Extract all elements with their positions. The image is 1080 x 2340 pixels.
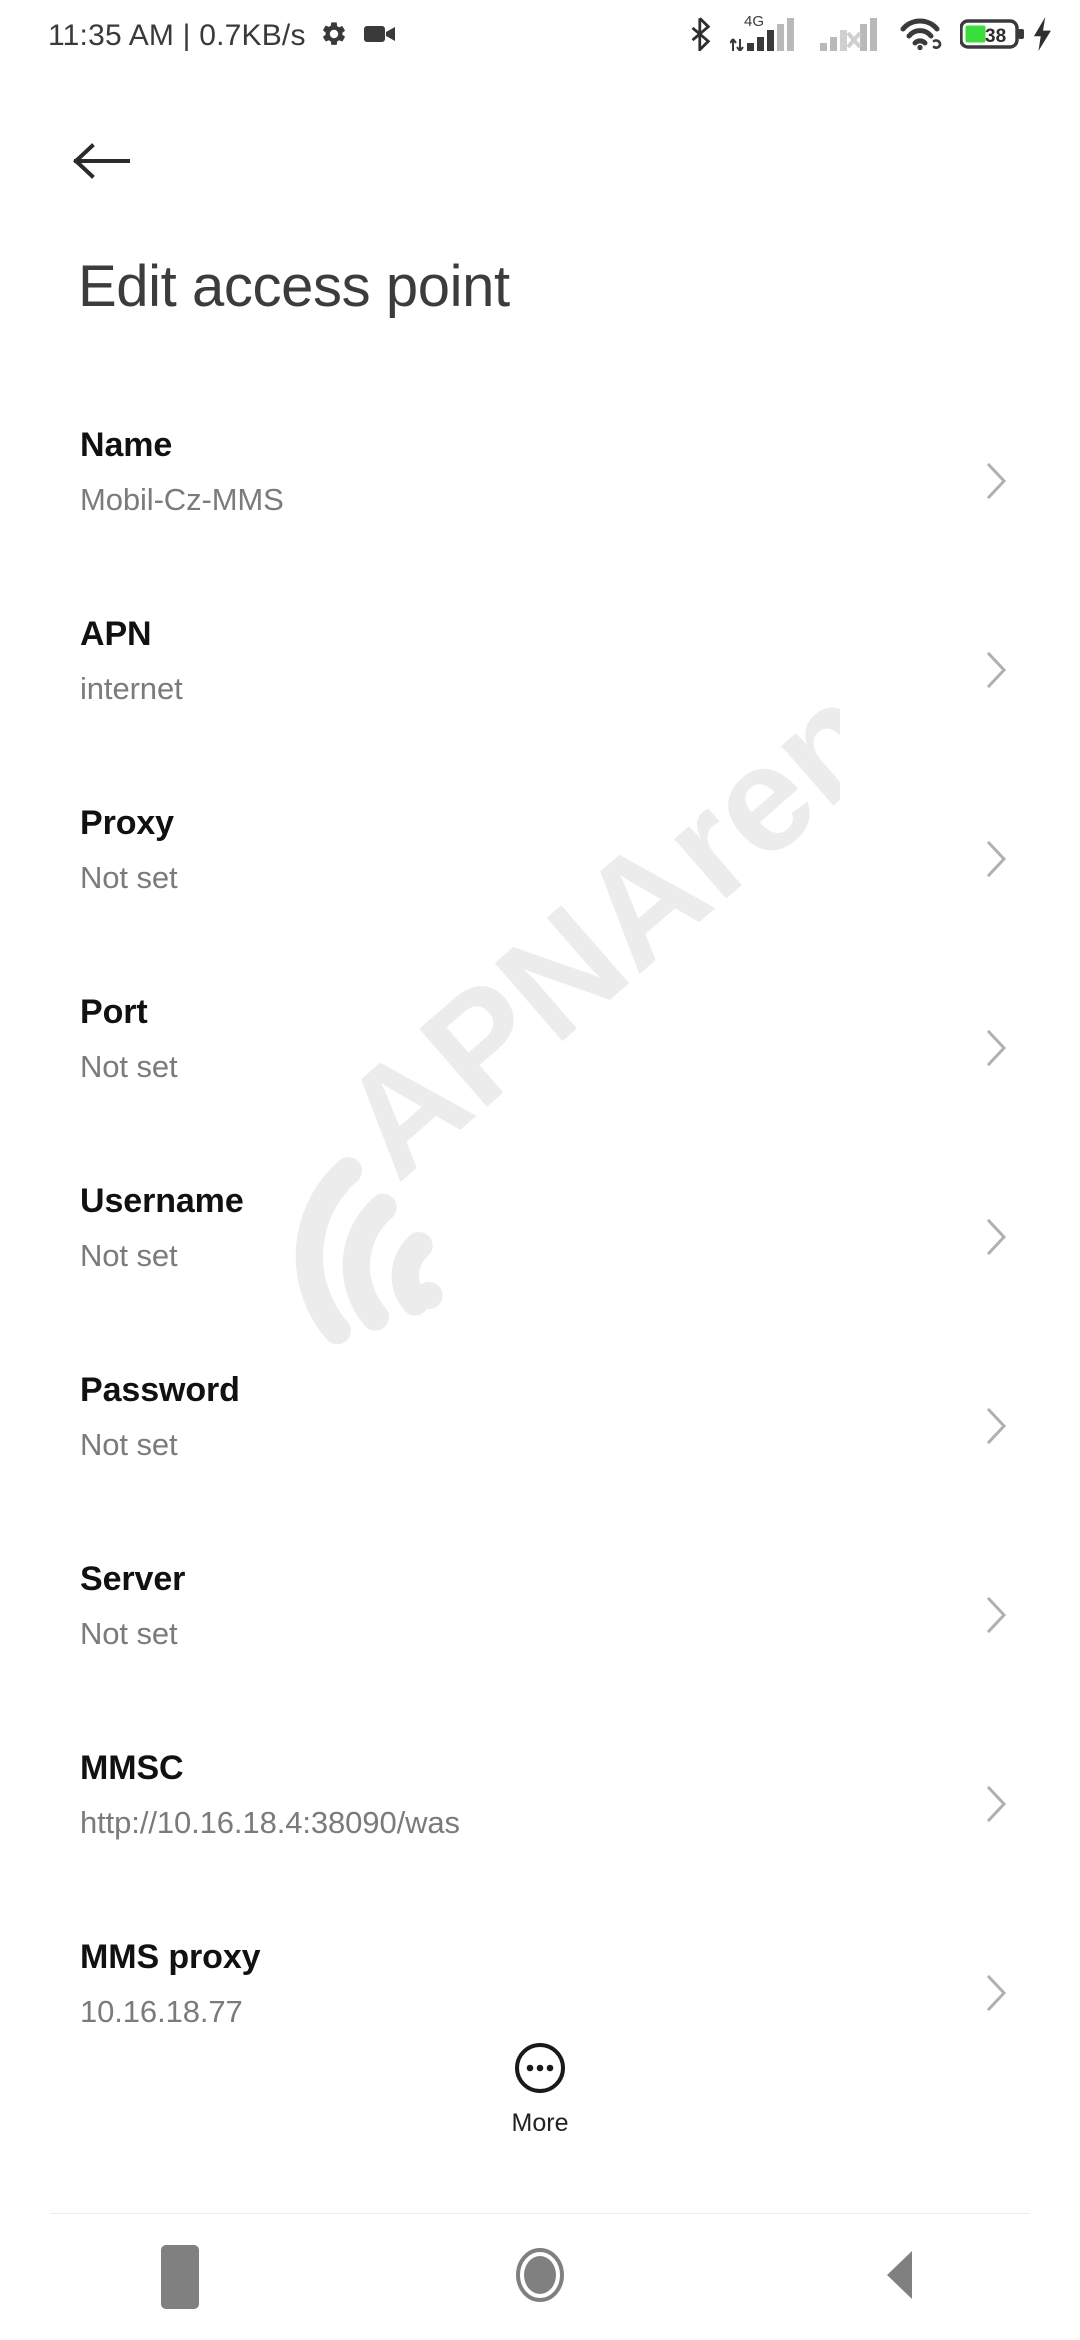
back-arrow-icon xyxy=(72,141,130,186)
status-bar: 11:35 AM | 0.7KB/s 4G 38 xyxy=(0,0,1080,72)
row-title: APN xyxy=(80,615,152,653)
battery-icon: 38 xyxy=(959,17,1026,56)
row-value: internet xyxy=(80,671,183,706)
nav-recents-button[interactable] xyxy=(0,2214,360,2340)
wifi-icon xyxy=(900,17,946,56)
nav-home-button[interactable] xyxy=(360,2214,720,2340)
list-item[interactable]: Port Not set xyxy=(0,977,1080,1166)
list-item[interactable]: Server Not set xyxy=(0,1544,1080,1733)
network-type-label: 4G xyxy=(744,12,765,30)
row-value: Not set xyxy=(80,1049,178,1084)
row-title: MMS proxy xyxy=(80,1938,261,1976)
row-value: Mobil-Cz-MMS xyxy=(80,482,284,517)
chevron-right-icon xyxy=(986,1029,1008,1072)
row-value: Not set xyxy=(80,1238,178,1273)
bluetooth-icon xyxy=(688,16,714,56)
row-title: Username xyxy=(80,1182,244,1220)
access-point-settings-list: Name Mobil-Cz-MMS APN internet Proxy Not… xyxy=(0,410,1080,2111)
row-title: Proxy xyxy=(80,804,174,842)
recents-square-icon xyxy=(161,2245,199,2309)
row-value: 10.16.18.77 xyxy=(80,1994,243,2029)
chevron-right-icon xyxy=(986,462,1008,505)
back-arrow-button[interactable] xyxy=(62,124,140,202)
chevron-right-icon xyxy=(986,651,1008,694)
signal-bars-sim1-icon: 4G xyxy=(729,12,806,56)
home-circle-icon xyxy=(509,2244,571,2311)
row-title: Password xyxy=(80,1371,240,1409)
chevron-right-icon xyxy=(986,1785,1008,1828)
row-title: Port xyxy=(80,993,148,1031)
list-item[interactable]: Password Not set xyxy=(0,1355,1080,1544)
list-item[interactable]: Username Not set xyxy=(0,1166,1080,1355)
row-value: Not set xyxy=(80,1616,178,1651)
back-triangle-icon xyxy=(882,2247,918,2308)
signal-bars-sim2-no-service-icon xyxy=(820,17,882,56)
more-button-label: More xyxy=(511,2109,569,2137)
charging-bolt-icon xyxy=(1032,16,1054,56)
system-navigation-bar xyxy=(0,2214,1080,2340)
status-clock-and-netspeed: 11:35 AM | 0.7KB/s xyxy=(48,19,306,52)
page-title: Edit access point xyxy=(78,254,510,319)
row-title: MMSC xyxy=(80,1749,184,1787)
row-value: http://10.16.18.4:38090/was xyxy=(80,1805,460,1840)
chevron-right-icon xyxy=(986,1596,1008,1639)
battery-level-text: 38 xyxy=(985,26,1006,47)
row-value: Not set xyxy=(80,1427,178,1462)
chevron-right-icon xyxy=(986,1974,1008,2017)
row-title: Name xyxy=(80,426,173,464)
status-bar-right: 4G 38 xyxy=(688,12,1054,56)
list-item[interactable]: APN internet xyxy=(0,599,1080,788)
top-app-bar xyxy=(0,118,1080,210)
nav-back-button[interactable] xyxy=(720,2214,1080,2340)
chevron-right-icon xyxy=(986,1218,1008,1261)
row-value: Not set xyxy=(80,860,178,895)
status-bar-left: 11:35 AM | 0.7KB/s xyxy=(48,19,396,53)
list-item[interactable]: Name Mobil-Cz-MMS xyxy=(0,410,1080,599)
list-item[interactable]: Proxy Not set xyxy=(0,788,1080,977)
video-camera-icon xyxy=(363,22,396,51)
more-button[interactable]: More xyxy=(0,2040,1080,2136)
more-dots-circle-icon xyxy=(512,2040,568,2101)
list-item[interactable]: MMSC http://10.16.18.4:38090/was xyxy=(0,1733,1080,1922)
chevron-right-icon xyxy=(986,1407,1008,1450)
gear-icon xyxy=(320,20,348,53)
row-title: Server xyxy=(80,1560,186,1598)
chevron-right-icon xyxy=(986,840,1008,883)
